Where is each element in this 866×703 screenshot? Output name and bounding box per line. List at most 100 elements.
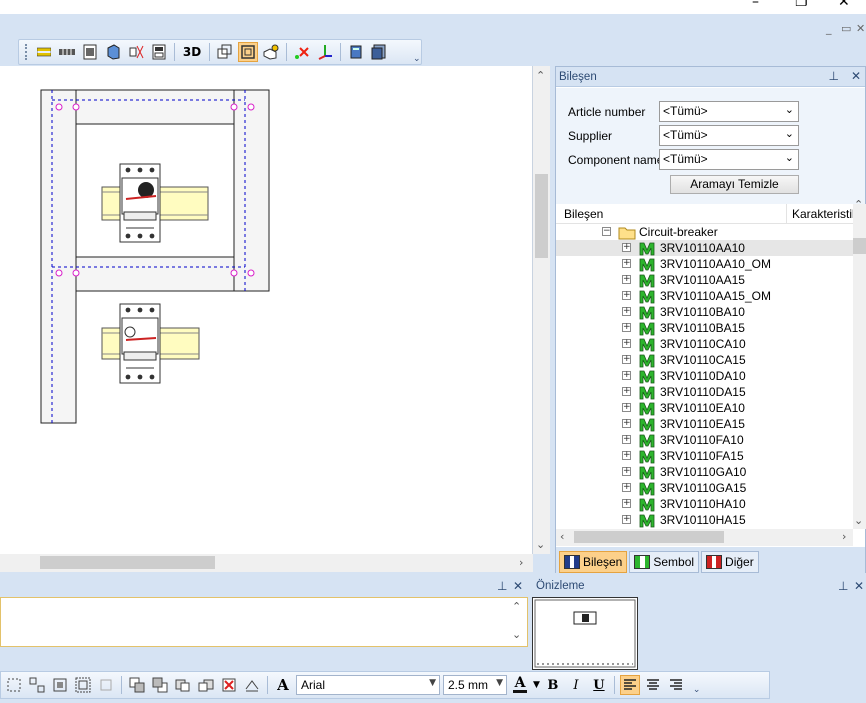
expand-icon[interactable]: + (622, 291, 631, 300)
collapse-icon[interactable]: − (602, 227, 611, 236)
expand-icon[interactable]: + (622, 515, 631, 524)
copy-frame-icon[interactable] (215, 42, 235, 62)
tree-item-row[interactable]: +3RV10110GA10 (556, 464, 853, 480)
tree-folder-row[interactable]: − Circuit-breaker (556, 224, 853, 240)
scroll-thumb[interactable] (535, 174, 548, 258)
ungroup-icon[interactable] (27, 675, 47, 695)
tab-component[interactable]: Bileşen (559, 551, 628, 573)
scroll-left-icon[interactable]: ‹ (560, 530, 564, 543)
tree-item-row[interactable]: +3RV10110AA10 (556, 240, 853, 256)
scroll-right-icon[interactable]: › (842, 530, 846, 543)
expand-icon[interactable]: + (622, 275, 631, 284)
place-icon[interactable] (261, 42, 281, 62)
group-icon[interactable] (4, 675, 24, 695)
close-icon[interactable]: ✕ (854, 579, 864, 593)
scroll-up-icon[interactable]: ⌃ (512, 600, 521, 613)
grid-icon[interactable] (57, 42, 77, 62)
underline-button[interactable]: U (589, 675, 609, 695)
chevron-down-icon[interactable]: ▼ (533, 680, 540, 690)
tree-item-row[interactable]: +3RV10110AA15 (556, 272, 853, 288)
font-size-select[interactable]: 2.5 mm ▼ (443, 675, 507, 695)
output-panel[interactable]: ⌃ ⌄ (0, 597, 528, 647)
mdi-close-icon[interactable]: ✕ (856, 22, 865, 35)
forward-icon[interactable] (173, 675, 193, 695)
tree-item-row[interactable]: +3RV10110BA10 (556, 304, 853, 320)
column-header-component[interactable]: Bileşen (564, 207, 603, 221)
cut-icon[interactable] (126, 42, 146, 62)
scroll-up-icon[interactable]: ⌃ (854, 198, 863, 211)
scroll-up-icon[interactable]: ⌃ (536, 69, 545, 82)
expand-icon[interactable]: + (622, 339, 631, 348)
tree-item-row[interactable]: +3RV10110EA10 (556, 400, 853, 416)
mdi-minimize-icon[interactable]: _ (826, 22, 832, 35)
tree-item-row[interactable]: +3RV10110AA15_OM (556, 288, 853, 304)
clear-search-button[interactable]: Aramayı Temizle (670, 175, 799, 194)
bring-front-icon[interactable] (127, 675, 147, 695)
supplier-select[interactable]: <Tümü> ⌄ (659, 125, 799, 146)
select-group-icon[interactable] (50, 675, 70, 695)
flip-icon[interactable] (242, 675, 262, 695)
tree-item-row[interactable]: +3RV10110HA15 (556, 512, 853, 528)
expand-icon[interactable]: + (622, 323, 631, 332)
column-header-characteristic[interactable]: Karakteristik (786, 204, 858, 223)
expand-icon[interactable]: + (622, 307, 631, 316)
article-number-select[interactable]: <Tümü> ⌄ (659, 101, 799, 122)
scroll-right-icon[interactable]: › (519, 556, 523, 569)
expand-icon[interactable]: + (622, 419, 631, 428)
box-icon[interactable] (103, 42, 123, 62)
expand-icon[interactable]: + (622, 355, 631, 364)
minimize-icon[interactable]: – (752, 0, 759, 10)
font-family-select[interactable]: Arial ▼ (296, 675, 440, 695)
stack-icon[interactable] (346, 42, 366, 62)
scroll-down-icon[interactable]: ⌄ (854, 514, 863, 527)
tree-item-row[interactable]: +3RV10110HA10 (556, 496, 853, 512)
expand-icon[interactable]: + (622, 259, 631, 268)
canvas-horizontal-scrollbar[interactable]: › (0, 554, 533, 572)
tab-other[interactable]: Diğer (701, 551, 759, 573)
preview-thumbnail[interactable] (532, 597, 638, 670)
tree-vertical-scrollbar[interactable]: ⌃ ⌄ (853, 198, 866, 529)
tree-horizontal-scrollbar[interactable]: ‹ › (556, 529, 853, 546)
scroll-thumb[interactable] (574, 531, 724, 543)
scroll-down-icon[interactable]: ⌄ (512, 628, 521, 641)
canvas-vertical-scrollbar[interactable]: ⌃ ⌄ (533, 66, 550, 554)
axis-icon[interactable] (315, 42, 335, 62)
tree-item-row[interactable]: +3RV10110FA10 (556, 432, 853, 448)
expand-icon[interactable]: + (622, 403, 631, 412)
close-icon[interactable]: ✕ (513, 579, 523, 593)
component-tree[interactable]: − Circuit-breaker +3RV10110AA10 +3RV10110… (556, 224, 853, 529)
layers-icon[interactable] (34, 42, 54, 62)
font-icon[interactable]: A (273, 675, 293, 695)
restore-icon[interactable]: ❐ (795, 0, 808, 10)
bold-button[interactable]: B (543, 675, 563, 695)
frame-select-icon[interactable] (238, 42, 258, 62)
tree-item-row[interactable]: +3RV10110GA15 (556, 480, 853, 496)
tree-item-row[interactable]: +3RV10110FA15 (556, 448, 853, 464)
grid-group-icon[interactable] (73, 675, 93, 695)
tree-item-row[interactable]: +3RV10110EA15 (556, 416, 853, 432)
italic-button[interactable]: I (566, 675, 586, 695)
backward-icon[interactable] (196, 675, 216, 695)
tree-item-row[interactable]: +3RV10110AA10_OM (556, 256, 853, 272)
align-right-icon[interactable] (666, 675, 686, 695)
scroll-thumb[interactable] (853, 238, 866, 254)
expand-icon[interactable]: + (622, 435, 631, 444)
text-color-icon[interactable]: A (510, 675, 530, 695)
tree-item-row[interactable]: +3RV10110DA15 (556, 384, 853, 400)
mdi-restore-icon[interactable]: ▭ (841, 22, 851, 35)
circuit-breaker-part[interactable] (101, 303, 200, 384)
tree-item-row[interactable]: +3RV10110DA10 (556, 368, 853, 384)
toolbar-overflow-icon[interactable]: ⌄ (693, 685, 701, 695)
align-center-icon[interactable] (643, 675, 663, 695)
expand-icon[interactable]: + (622, 499, 631, 508)
scroll-down-icon[interactable]: ⌄ (536, 538, 545, 551)
toolbar-grip[interactable] (25, 44, 28, 60)
component-name-select[interactable]: <Tümü> ⌄ (659, 149, 799, 170)
expand-icon[interactable]: + (622, 451, 631, 460)
toolbar-overflow-icon[interactable]: ⌄ (413, 54, 421, 64)
send-back-icon[interactable] (150, 675, 170, 695)
expand-icon[interactable]: + (622, 243, 631, 252)
pin-icon[interactable]: ⊥ (828, 69, 838, 83)
tab-symbol[interactable]: Sembol (629, 551, 700, 573)
expand-icon[interactable]: + (622, 387, 631, 396)
